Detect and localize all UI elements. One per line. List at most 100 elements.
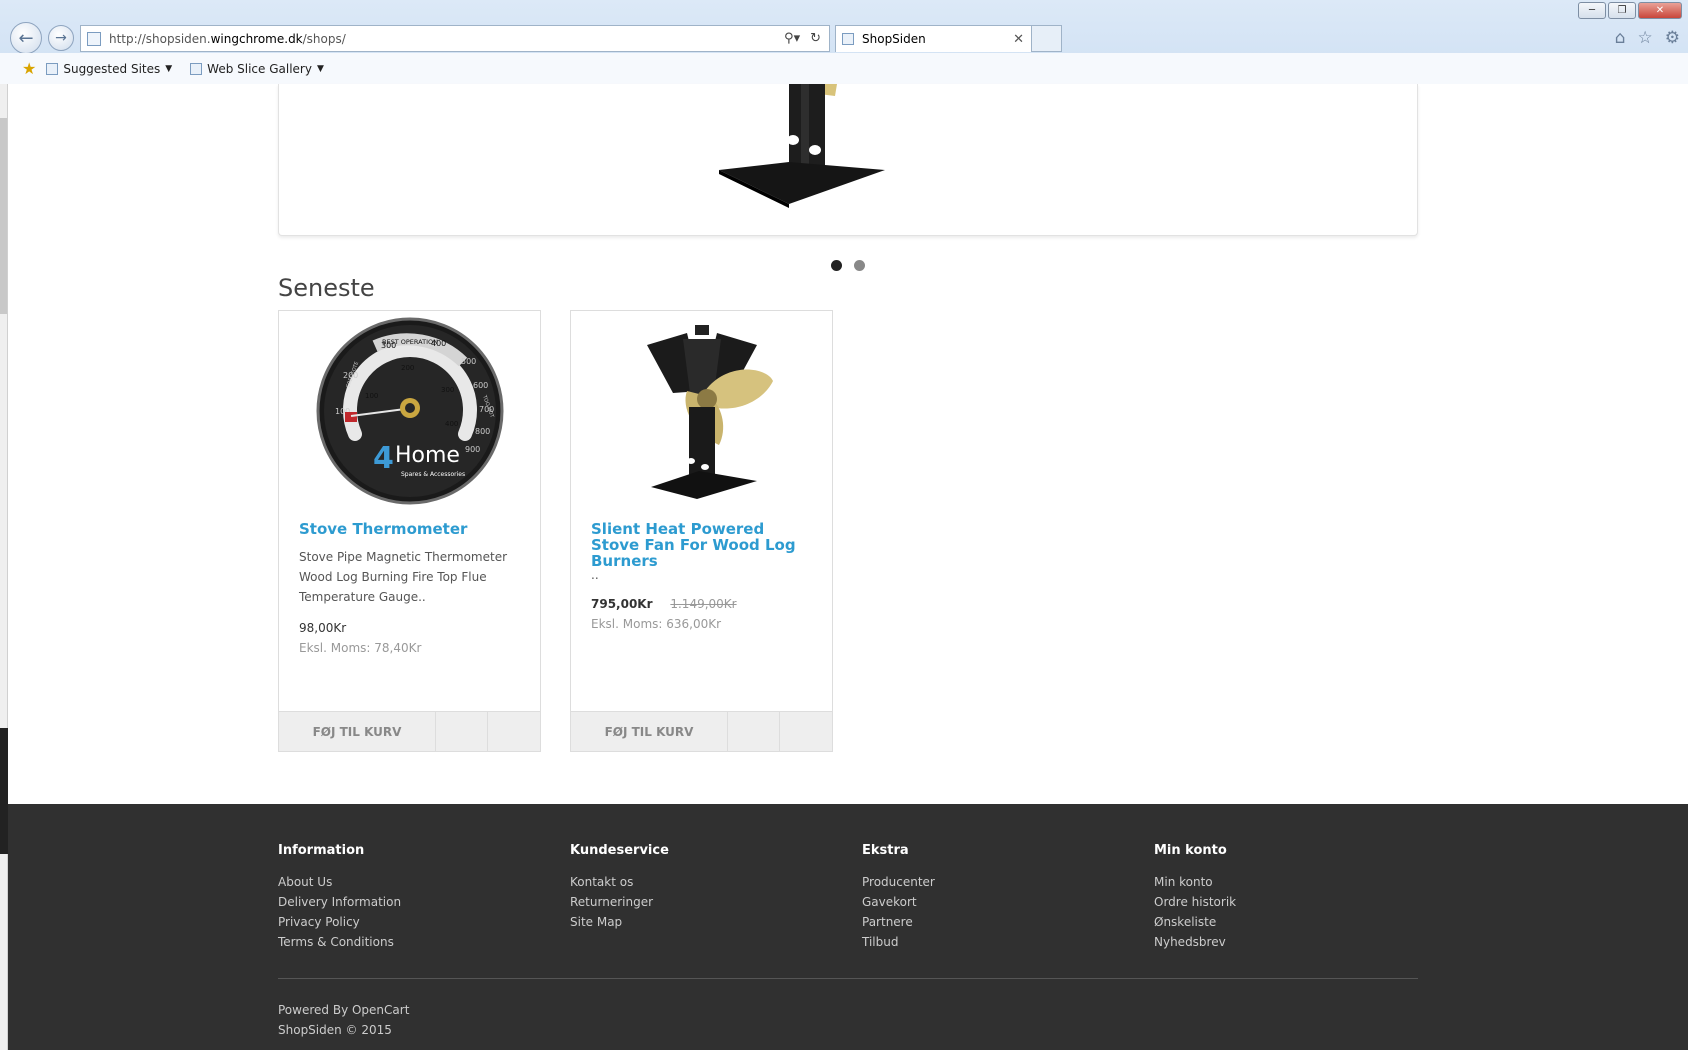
product-name-link[interactable]: Stove Thermometer <box>299 521 524 537</box>
footer-link[interactable]: Partnere <box>862 912 935 932</box>
dial-num: 400 <box>431 339 446 348</box>
price-old: 1.149,00Kr <box>670 597 737 611</box>
price-current: 98,00Kr <box>299 621 347 635</box>
product-actions: FØJ TIL KURV <box>279 711 540 752</box>
footer-column-ekstra: Ekstra Producenter Gavekort Partnere Til… <box>862 843 935 952</box>
refresh-icon[interactable]: ↻ <box>810 31 821 46</box>
tab-title: ShopSiden <box>862 32 926 46</box>
url-domain: wingchrome.dk <box>210 31 303 46</box>
price-special: 795,00Kr <box>591 597 653 611</box>
favorites-star-icon[interactable]: ☆ <box>1638 28 1653 48</box>
powered-prefix: Powered By <box>278 1003 352 1017</box>
restore-button[interactable]: ❐ <box>1608 2 1636 19</box>
product-price: 795,00Kr 1.149,00Kr <box>591 597 737 611</box>
fav-label: Suggested Sites <box>63 61 161 76</box>
footer-divider <box>278 978 1418 979</box>
page-content: Seneste BEST OPERATION CREOSOTE TOO HOT … <box>8 84 1688 804</box>
opencart-link[interactable]: OpenCart <box>352 1003 409 1017</box>
caret-down-icon: ▼ <box>316 63 324 74</box>
home-icon[interactable]: ⌂ <box>1615 28 1626 48</box>
dial-num: 600 <box>473 381 488 390</box>
new-tab-button[interactable] <box>1032 25 1062 52</box>
minimize-button[interactable]: ─ <box>1578 2 1606 19</box>
dial-num: 700 <box>479 405 494 414</box>
footer-link[interactable]: Producenter <box>862 872 935 892</box>
page-icon <box>87 31 101 46</box>
search-icon[interactable]: ⚲▾ <box>784 31 800 46</box>
wishlist-button[interactable] <box>728 712 780 752</box>
footer-column-information: Information About Us Delivery Informatio… <box>278 843 401 952</box>
compare-button[interactable] <box>780 712 832 752</box>
footer-link[interactable]: Terms & Conditions <box>278 932 401 952</box>
footer-link[interactable]: Returneringer <box>570 892 669 912</box>
fav-suggested-sites[interactable]: Suggested Sites ▼ <box>46 62 172 76</box>
product-price: 98,00Kr <box>299 621 346 635</box>
carousel-pagination <box>831 260 865 271</box>
carousel-dot-1[interactable] <box>831 260 842 271</box>
footer-link[interactable]: Min konto <box>1154 872 1236 892</box>
dial-inner-num: 200 <box>401 364 414 372</box>
footer-link[interactable]: Ønskeliste <box>1154 912 1236 932</box>
footer-link[interactable]: Ordre historik <box>1154 892 1236 912</box>
dial-num: 500 <box>461 357 476 366</box>
gear-icon[interactable]: ⚙ <box>1665 28 1680 48</box>
footer-link[interactable]: Delivery Information <box>278 892 401 912</box>
footer-link[interactable]: Gavekort <box>862 892 935 912</box>
url-path: /shops/ <box>302 31 346 46</box>
wishlist-button[interactable] <box>436 712 488 752</box>
fav-web-slice-gallery[interactable]: Web Slice Gallery ▼ <box>190 62 324 76</box>
product-card: Slient Heat Powered Stove Fan For Wood L… <box>570 310 833 752</box>
footer-link[interactable]: Kontakt os <box>570 872 669 892</box>
stove-fan-image <box>646 325 773 499</box>
footer-link[interactable]: About Us <box>278 872 401 892</box>
ie-page-icon <box>46 62 59 75</box>
product-image[interactable] <box>571 311 832 511</box>
footer-heading: Ekstra <box>862 843 909 858</box>
arrow-left-icon: ← <box>18 27 34 49</box>
product-actions: FØJ TIL KURV <box>571 711 832 752</box>
footer-heading: Min konto <box>1154 843 1227 858</box>
slideshow[interactable] <box>278 84 1418 236</box>
add-favorite-star-icon[interactable]: ★ <box>22 59 36 78</box>
brand-home: Home <box>395 443 460 468</box>
close-tab-icon[interactable]: ✕ <box>1013 32 1031 47</box>
scrollbar-edge <box>0 728 8 854</box>
slide-fan-image <box>719 84 885 208</box>
add-to-cart-button[interactable]: FØJ TIL KURV <box>279 712 436 752</box>
close-window-button[interactable]: ✕ <box>1638 2 1682 19</box>
carousel-dot-2[interactable] <box>854 260 865 271</box>
add-to-cart-button[interactable]: FØJ TIL KURV <box>571 712 728 752</box>
footer-link[interactable]: Site Map <box>570 912 669 932</box>
back-button[interactable]: ← <box>10 22 42 54</box>
scrollbar-thumb[interactable] <box>0 118 7 314</box>
forward-button[interactable]: → <box>48 25 74 51</box>
url-prefix: http://shopsiden. <box>109 31 211 46</box>
product-name-link[interactable]: Slient Heat Powered Stove Fan For Wood L… <box>591 521 816 569</box>
arrow-right-icon: → <box>55 30 67 46</box>
footer-column-kundeservice: Kundeservice Kontakt os Returneringer Si… <box>570 843 669 932</box>
footer-link[interactable]: Privacy Policy <box>278 912 401 932</box>
footer-powered: Powered By OpenCart ShopSiden © 2015 <box>278 1000 409 1040</box>
address-tools: ⚲▾ ↻ <box>784 31 829 46</box>
fav-label: Web Slice Gallery <box>207 61 312 76</box>
ie-page-icon <box>190 62 203 75</box>
caret-down-icon: ▼ <box>165 63 173 74</box>
product-card: BEST OPERATION CREOSOTE TOO HOT 300 400 … <box>278 310 541 752</box>
footer-heading: Information <box>278 843 365 858</box>
tab-page-icon <box>842 33 854 45</box>
dial-num: 300 <box>381 341 396 350</box>
product-image[interactable]: BEST OPERATION CREOSOTE TOO HOT 300 400 … <box>279 311 540 511</box>
copyright: ShopSiden © 2015 <box>278 1023 392 1037</box>
left-scrollbar[interactable] <box>0 84 8 1050</box>
dial-num: 800 <box>475 427 490 436</box>
footer-link[interactable]: Nyhedsbrev <box>1154 932 1236 952</box>
dial-num: 200 <box>343 371 358 380</box>
thermometer-image: BEST OPERATION CREOSOTE TOO HOT 300 400 … <box>316 317 503 505</box>
minimize-icon: ─ <box>1588 5 1596 16</box>
address-bar[interactable]: http://shopsiden.wingchrome.dk/shops/ ⚲▾… <box>80 25 830 52</box>
product-description: Stove Pipe Magnetic Thermometer Wood Log… <box>299 550 508 604</box>
footer-link[interactable]: Tilbud <box>862 932 935 952</box>
browser-tab[interactable]: ShopSiden ✕ <box>835 25 1032 52</box>
address-url[interactable]: http://shopsiden.wingchrome.dk/shops/ <box>109 32 784 46</box>
compare-button[interactable] <box>488 712 540 752</box>
